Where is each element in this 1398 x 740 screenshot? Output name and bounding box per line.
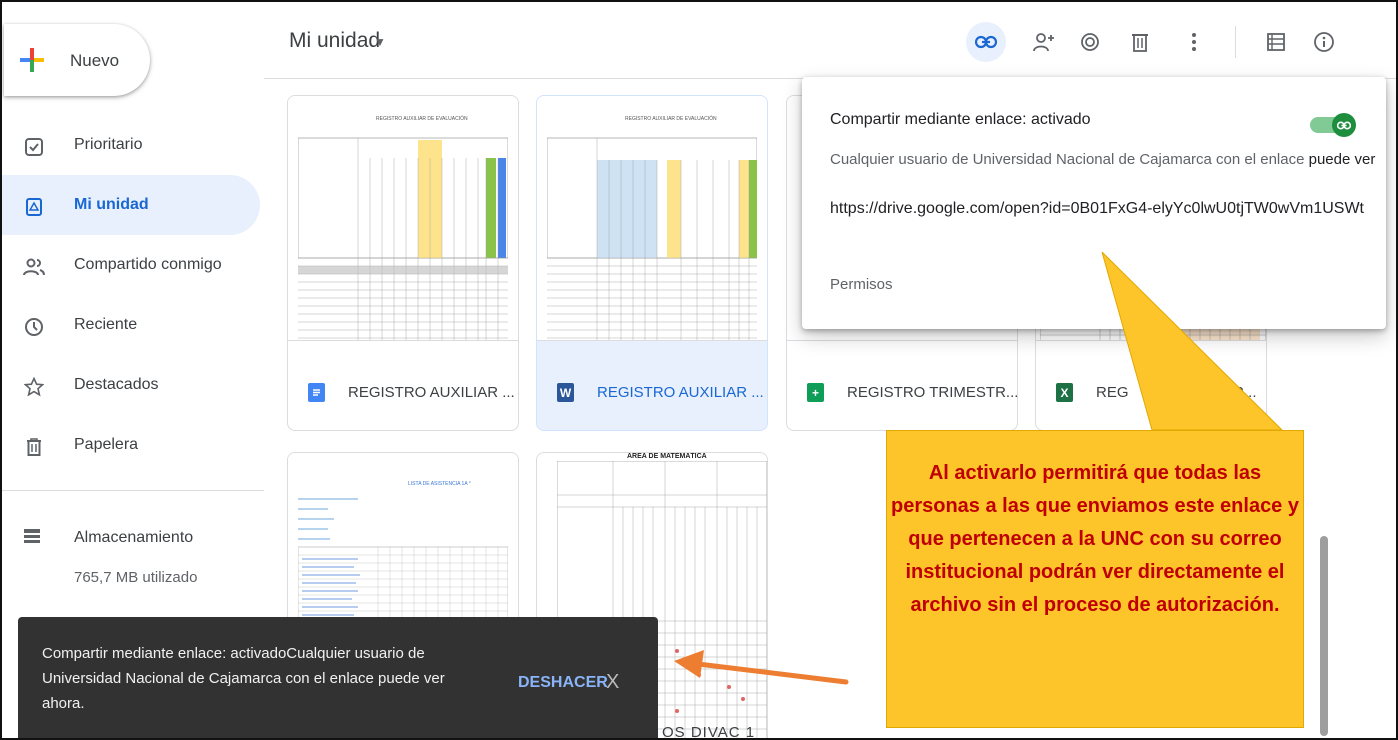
drive-window: Nuevo Prioritario Mi unidad Compartido c… [0,0,1398,740]
google-docs-icon [308,383,325,402]
page-title[interactable]: Mi unidad [289,29,380,53]
sheets-badge: + [811,385,819,400]
excel-icon: X [1056,383,1073,402]
word-badge: W [559,385,572,400]
spreadsheet-preview [547,137,757,340]
sidebar-item-label: Destacados [74,376,159,393]
description-bold: puede ver [1308,151,1376,168]
annotation-callout: Al activarlo permitirá que todas las per… [886,430,1304,728]
sidebar-nav: Prioritario Mi unidad Compartido conmigo… [2,115,264,475]
file-name: REGISTRO TRIMESTR... [847,384,1018,401]
file-name: REGISTRO AUXILIAR ... [348,384,515,401]
sidebar-item-destacados[interactable]: Destacados [2,355,264,415]
share-popup-title: Compartir mediante enlace: activado [830,111,1091,128]
storage-used: 765,7 MB utilizado [74,569,198,586]
plus-icon [20,48,44,72]
annotation-text: Al activarlo permitirá que todas las per… [891,462,1299,616]
link-sharing-toggle[interactable] [1310,113,1356,137]
file-thumbnail: REGISTRO AUXILIAR DE EVALUACIÓN [288,96,518,341]
thumbnail-title: ÁREA DE MATEMÁTICA [627,453,707,460]
add-person-icon[interactable] [1024,22,1064,62]
snackbar: Compartir mediante enlace: activadoCualq… [18,617,658,738]
file-name: REGISTRO AUXILIAR ... [597,384,764,401]
trash-icon [22,435,46,459]
clock-icon [22,315,46,339]
info-icon[interactable] [1304,22,1344,62]
excel-badge: X [1060,385,1069,400]
sidebar-item-label: Prioritario [74,136,143,153]
drive-icon [22,195,46,219]
storage-icon [22,526,46,550]
google-sheets-icon: + [807,383,824,402]
share-link-url[interactable]: https://drive.google.com/open?id=0B01FxG… [830,200,1382,218]
permissions-link[interactable]: Permisos [830,276,893,293]
link-icon[interactable] [966,22,1006,62]
file-thumbnail: REGISTRO AUXILIAR DE EVALUACIÓN [537,96,767,341]
checkbox-icon [22,135,46,159]
description-prefix: Cualquier usuario de Universidad Naciona… [830,151,1309,168]
sidebar-item-mi-unidad[interactable]: Mi unidad [2,175,260,235]
storage-label[interactable]: Almacenamiento [74,529,193,547]
thumbnail-title: LISTA DE ASISTENCIA 1A ° [408,481,471,487]
star-icon [22,375,46,399]
more-vert-icon[interactable] [1174,22,1214,62]
sidebar-item-label: Compartido conmigo [74,256,222,273]
list-view-icon[interactable] [1256,22,1296,62]
file-name-partial: OS DIVAC 1 [662,724,756,740]
scrollbar-thumb[interactable] [1320,536,1328,736]
new-button-label: Nuevo [70,51,120,70]
file-card-selected[interactable]: REGISTRO AUXILIAR DE EVALUACIÓN W REGIST… [536,95,768,431]
callout-pointer [1101,252,1284,431]
sidebar-item-label: Reciente [74,316,138,333]
preview-eye-icon[interactable] [1070,22,1110,62]
spreadsheet-preview [298,137,508,340]
sidebar-item-prioritario[interactable]: Prioritario [2,115,264,175]
close-icon[interactable]: X [606,671,619,694]
sidebar-divider [2,490,264,491]
annotation-arrow [674,650,849,685]
sidebar-item-papelera[interactable]: Papelera [2,415,264,475]
file-card[interactable]: REGISTRO AUXILIAR DE EVALUACIÓN REGISTRO… [287,95,519,431]
trash-icon[interactable] [1120,22,1160,62]
link-icon [1332,113,1356,137]
new-button[interactable]: Nuevo [4,24,150,96]
undo-button[interactable]: DESHACER [518,674,608,692]
share-popup-description: Cualquier usuario de Universidad Naciona… [830,151,1375,168]
people-icon [22,255,46,279]
sidebar-item-label: Mi unidad [74,196,149,213]
chevron-down-icon[interactable]: ▼ [374,35,386,49]
snackbar-message: Compartir mediante enlace: activadoCualq… [42,645,445,712]
sidebar-item-compartido[interactable]: Compartido conmigo [2,235,264,295]
sidebar-item-label: Papelera [74,436,139,453]
toolbar-divider [1235,26,1236,58]
word-icon: W [557,383,574,402]
sidebar-item-reciente[interactable]: Reciente [2,295,264,355]
